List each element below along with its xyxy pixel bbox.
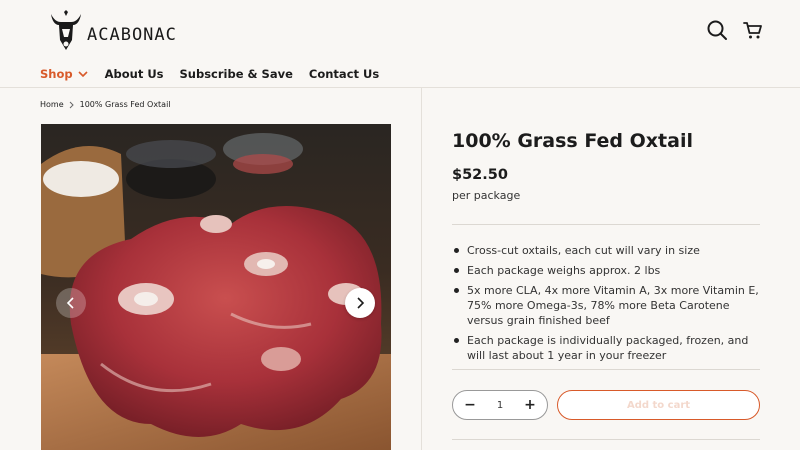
site-header: ACABONAC Shop About Us Subscribe & Save …	[0, 0, 800, 88]
chevron-right-icon	[69, 101, 74, 108]
chevron-down-icon	[78, 71, 88, 78]
previous-image-button[interactable]	[56, 288, 86, 318]
brand-logo[interactable]: ACABONAC	[48, 10, 177, 52]
chevron-left-icon	[66, 297, 74, 309]
product-image[interactable]	[41, 124, 391, 450]
brand-name: ACABONAC	[87, 25, 177, 45]
column-divider	[421, 88, 422, 450]
add-to-cart-button[interactable]: Add to cart	[557, 390, 760, 420]
breadcrumb: Home 100% Grass Fed Oxtail	[40, 100, 171, 109]
bull-logo-icon	[51, 10, 81, 50]
nav-item-about-us[interactable]: About Us	[105, 67, 164, 81]
quantity-value[interactable]: 1	[497, 400, 503, 411]
nav-item-subscribe-save[interactable]: Subscribe & Save	[180, 67, 293, 81]
oxtail-photo	[41, 124, 391, 450]
nav-label-shop: Shop	[40, 67, 73, 81]
product-features: Cross-cut oxtails, each cut will vary in…	[452, 243, 762, 368]
next-image-button[interactable]	[345, 288, 375, 318]
nav-item-contact-us[interactable]: Contact Us	[309, 67, 379, 81]
quantity-stepper: − 1 +	[452, 390, 548, 420]
feature-item: Each package is individually packaged, f…	[452, 333, 762, 363]
product-price: $52.50	[452, 167, 508, 183]
divider	[452, 369, 760, 370]
increase-quantity-button[interactable]: +	[523, 397, 537, 413]
product-title: 100% Grass Fed Oxtail	[452, 130, 693, 152]
decrease-quantity-button[interactable]: −	[463, 397, 477, 413]
search-icon[interactable]	[706, 19, 728, 41]
price-unit: per package	[452, 189, 521, 202]
main-nav: Shop About Us Subscribe & Save Contact U…	[40, 67, 395, 81]
divider	[452, 224, 760, 225]
nav-item-shop[interactable]: Shop	[40, 67, 89, 81]
divider	[452, 439, 760, 440]
breadcrumb-home[interactable]: Home	[40, 100, 64, 109]
cart-icon[interactable]	[742, 19, 764, 41]
feature-item: Each package weighs approx. 2 lbs	[452, 263, 762, 278]
feature-item: Cross-cut oxtails, each cut will vary in…	[452, 243, 762, 258]
chevron-right-icon	[357, 297, 365, 309]
feature-item: 5x more CLA, 4x more Vitamin A, 3x more …	[452, 283, 762, 328]
breadcrumb-current: 100% Grass Fed Oxtail	[79, 100, 171, 109]
